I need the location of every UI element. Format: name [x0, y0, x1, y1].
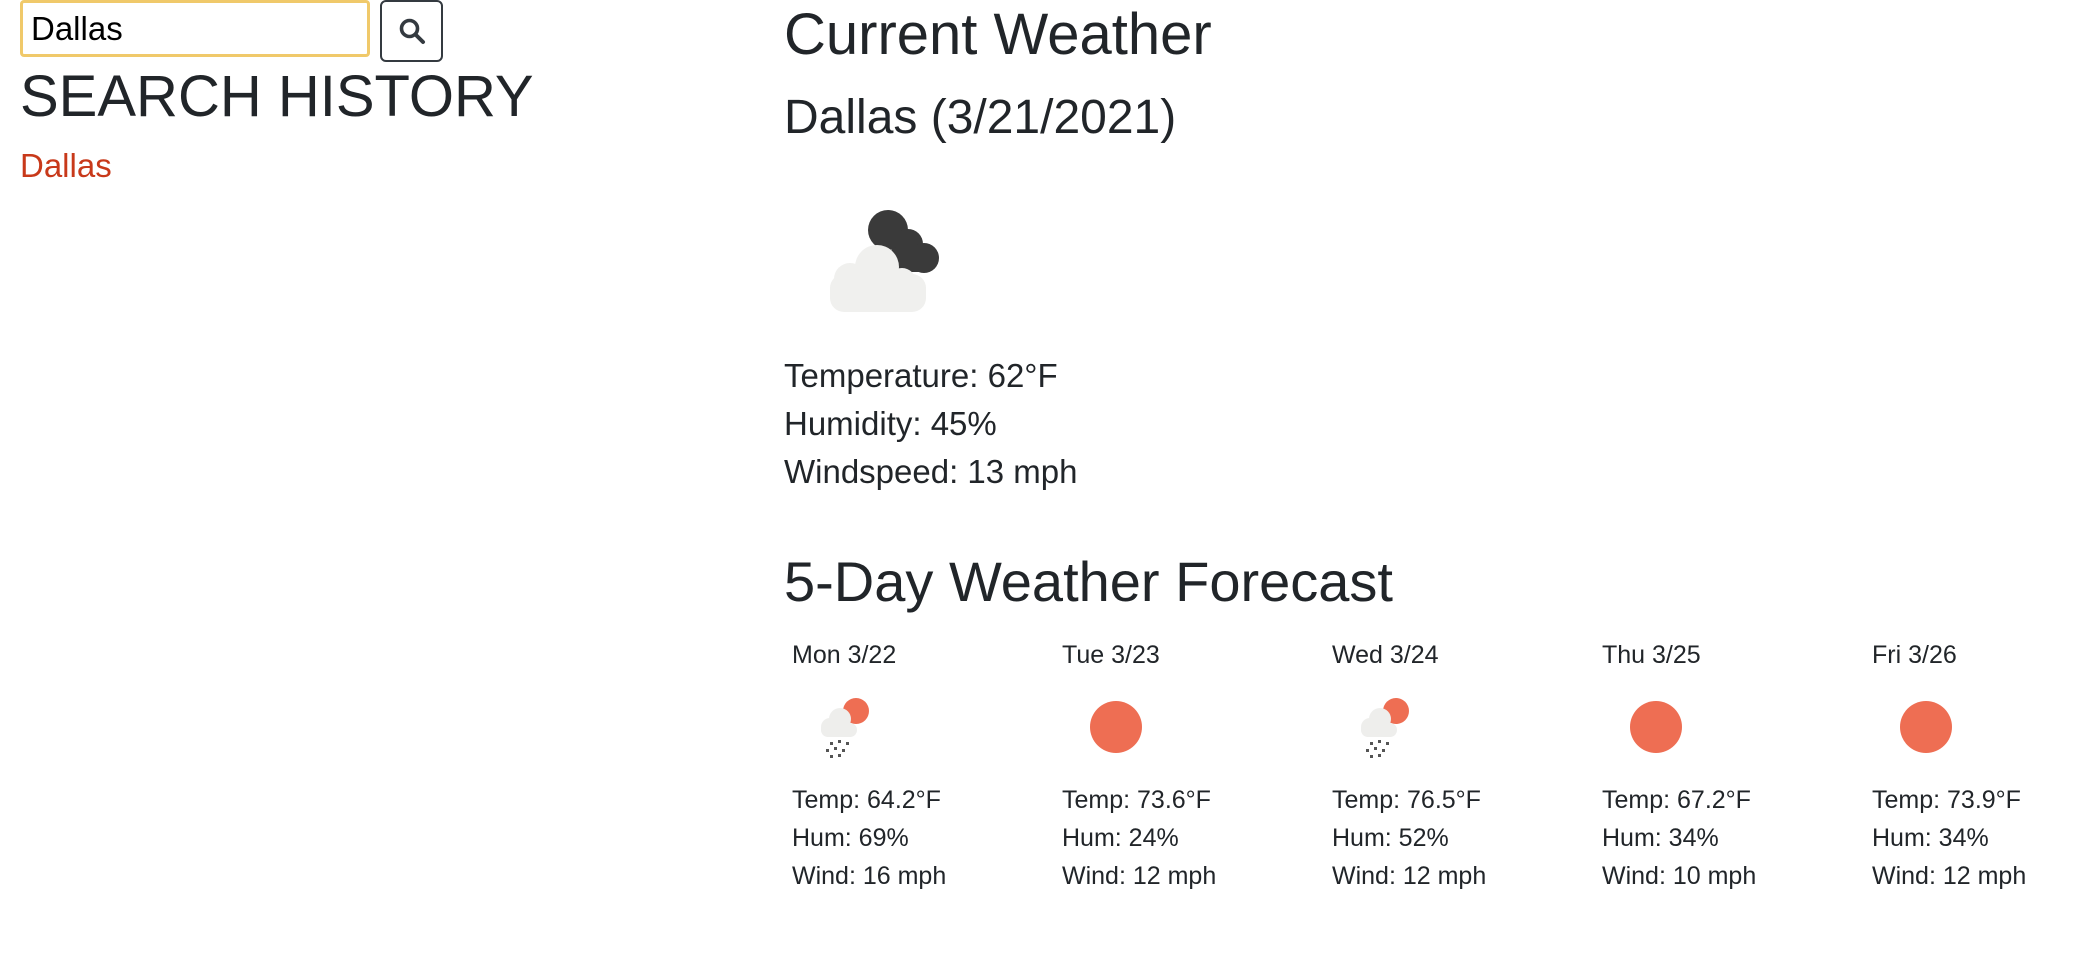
forecast-day: Fri 3/26 [1872, 641, 1957, 669]
cloudy-night-icon [830, 210, 939, 312]
forecast-humidity: Hum: 34% [1872, 824, 1989, 852]
current-weather-title: Current Weather [784, 2, 1212, 67]
rain-sun-icon [1361, 698, 1409, 758]
forecast-title: 5-Day Weather Forecast [784, 550, 1393, 613]
forecast-temp: Temp: 76.5°F [1332, 786, 1481, 814]
forecast-card: Thu 3/25 Temp: 67.2°F Hum: 34% Wind: 10 … [1602, 637, 1872, 895]
search-history-title: SEARCH HISTORY [20, 64, 534, 129]
history-item: Dallas [20, 146, 112, 186]
forecast-card: Wed 3/24 Temp: 76.5°F Hum: 52% Wind: 12 … [1332, 637, 1602, 895]
search-history-list: Dallas [20, 146, 112, 186]
forecast-wind: Wind: 10 mph [1602, 862, 1757, 890]
forecast-temp: Temp: 64.2°F [792, 786, 941, 814]
search-input[interactable] [20, 0, 370, 57]
forecast-card: Mon 3/22 Temp: 64.2°F Hum: 69% Wind: 16 … [792, 637, 1062, 895]
forecast-wind: Wind: 12 mph [1062, 862, 1217, 890]
current-humidity: Humidity: 45% [784, 405, 997, 442]
search-icon [399, 18, 425, 44]
forecast-day: Tue 3/23 [1062, 641, 1160, 669]
forecast-humidity: Hum: 24% [1062, 824, 1179, 852]
forecast-humidity: Hum: 34% [1602, 824, 1719, 852]
forecast-temp: Temp: 73.6°F [1062, 786, 1211, 814]
forecast-wind: Wind: 12 mph [1332, 862, 1487, 890]
history-link-dallas[interactable]: Dallas [20, 147, 112, 184]
forecast-temp: Temp: 67.2°F [1602, 786, 1751, 814]
search-bar [20, 0, 443, 62]
forecast-card: Tue 3/23 Temp: 73.6°F Hum: 24% Wind: 12 … [1062, 637, 1332, 895]
forecast-humidity: Hum: 52% [1332, 824, 1449, 852]
current-stats: Temperature: 62°F Humidity: 45% Windspee… [784, 352, 1078, 496]
search-button[interactable] [380, 0, 443, 62]
current-windspeed: Windspeed: 13 mph [784, 453, 1078, 490]
forecast-wind: Wind: 16 mph [792, 862, 947, 890]
forecast-day: Wed 3/24 [1332, 641, 1439, 669]
forecast-humidity: Hum: 69% [792, 824, 909, 852]
forecast-day: Thu 3/25 [1602, 641, 1701, 669]
sun-icon [1900, 701, 1952, 753]
current-temperature: Temperature: 62°F [784, 357, 1058, 394]
sun-icon [1090, 701, 1142, 753]
forecast-temp: Temp: 73.9°F [1872, 786, 2021, 814]
current-city-date: Dallas (3/21/2021) [784, 91, 1177, 144]
sun-icon [1630, 701, 1682, 753]
forecast-day: Mon 3/22 [792, 641, 897, 669]
forecast-card: Fri 3/26 Temp: 73.9°F Hum: 34% Wind: 12 … [1872, 637, 2074, 895]
forecast-wind: Wind: 12 mph [1872, 862, 2027, 890]
forecast-row: Mon 3/22 Temp: 64.2°F Hum: 69% Wind: 16 … [792, 637, 2074, 895]
rain-sun-icon [821, 698, 869, 758]
